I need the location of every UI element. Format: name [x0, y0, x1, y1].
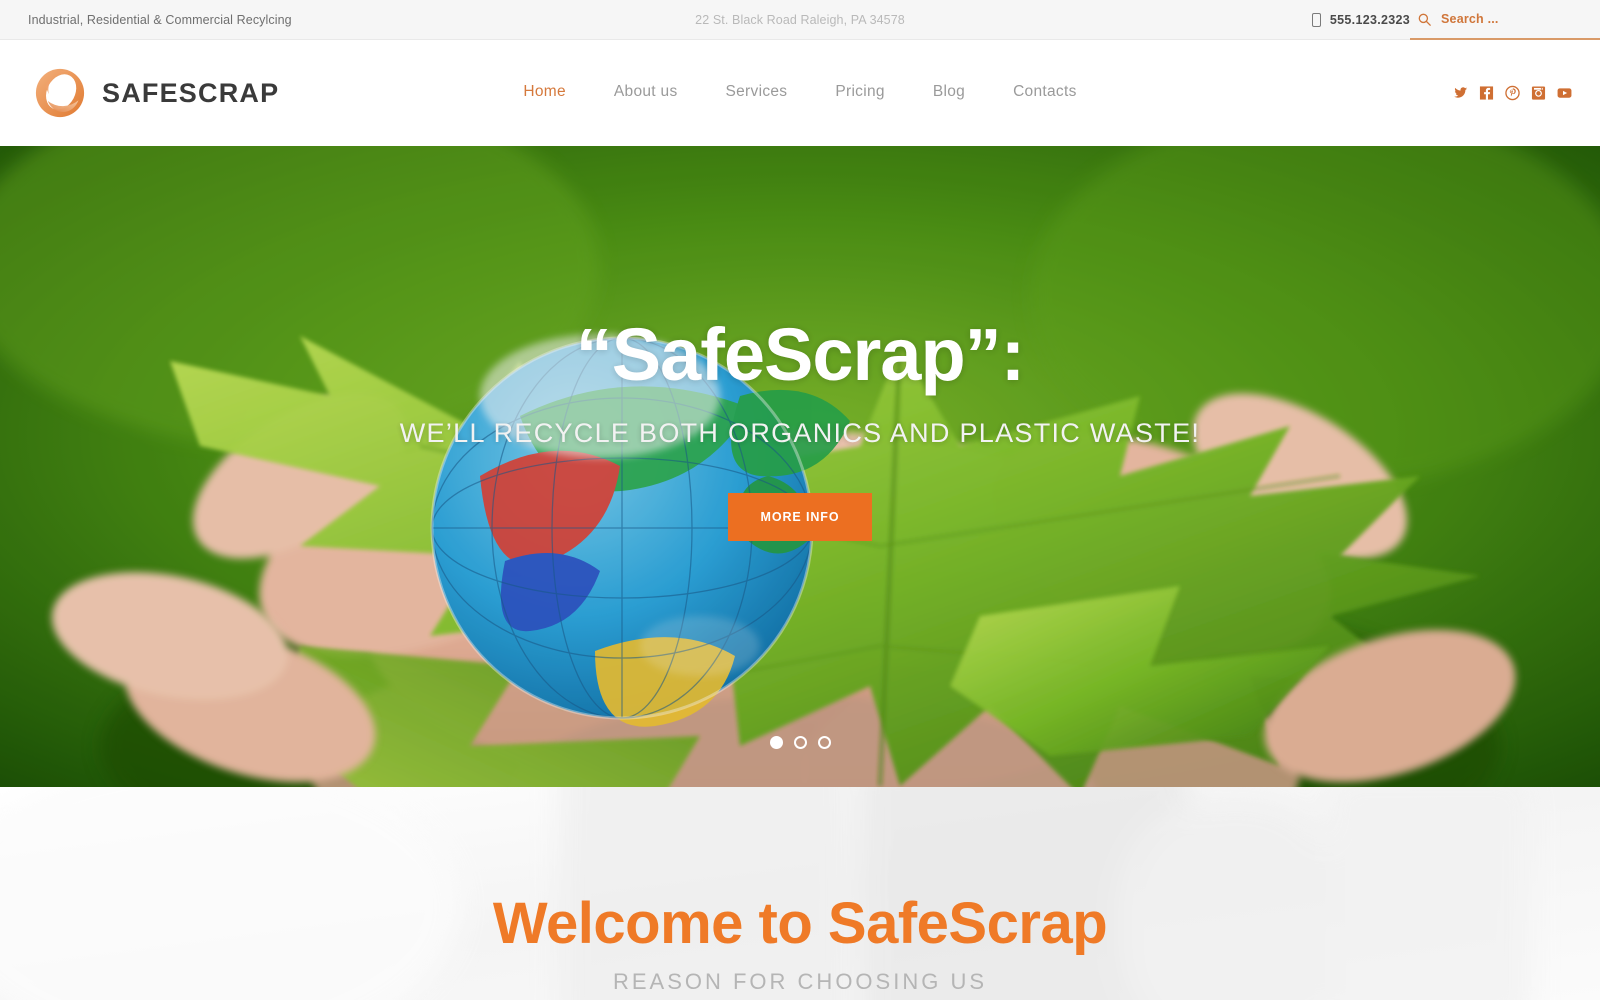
nav-item-contacts[interactable]: Contacts	[989, 83, 1101, 101]
slider-dot-1[interactable]	[769, 736, 783, 749]
search-icon	[1418, 13, 1431, 26]
social-links	[1453, 85, 1572, 101]
welcome-subtitle: REASON FOR CHOOSING US	[612, 969, 988, 994]
main-navigation: Home About us Services Pricing Blog Cont…	[499, 83, 1100, 101]
instagram-icon[interactable]	[1531, 86, 1546, 101]
site-header: SAFESCRAP Home About us Services Pricing…	[0, 40, 1600, 146]
phone-number: 555.123.2323	[1329, 12, 1410, 27]
twitter-icon[interactable]	[1453, 86, 1468, 101]
pinterest-icon[interactable]	[1505, 85, 1520, 101]
slider-pagination	[0, 736, 1600, 749]
logo-ring-icon	[35, 68, 85, 118]
brand-logo[interactable]: SAFESCRAP	[32, 65, 279, 121]
nav-item-services[interactable]: Services	[702, 83, 812, 101]
welcome-section: Welcome to SafeScrap REASON FOR CHOOSING…	[0, 787, 1600, 1000]
nav-item-home[interactable]: Home	[499, 83, 590, 101]
youtube-icon[interactable]	[1557, 86, 1572, 101]
nav-item-about-us[interactable]: About us	[590, 83, 702, 101]
more-info-button[interactable]: MORE INFO	[727, 493, 873, 541]
top-bar: Industrial, Residential & Commercial Rec…	[0, 0, 1600, 40]
address-text: 22 St. Black Road Raleigh, PA 34578	[695, 12, 905, 27]
mobile-icon	[1311, 12, 1321, 27]
slider-dot-2[interactable]	[793, 736, 807, 749]
hero-title: “SafeScrap”:	[575, 313, 1026, 396]
slider-dot-3[interactable]	[817, 736, 831, 749]
facebook-icon[interactable]	[1479, 86, 1494, 101]
nav-item-blog[interactable]: Blog	[909, 83, 989, 101]
welcome-text-block: Welcome to SafeScrap REASON FOR CHOOSING…	[0, 895, 1600, 995]
hero-content: “SafeScrap”: WE’LL RECYCLE BOTH ORGANICS…	[0, 318, 1600, 541]
search-box[interactable]	[1410, 0, 1600, 40]
brand-name: SAFESCRAP	[102, 77, 280, 108]
welcome-title: Welcome to SafeScrap	[492, 891, 1108, 956]
tagline-text: Industrial, Residential & Commercial Rec…	[28, 12, 292, 27]
phone-block[interactable]: 555.123.2323	[1311, 12, 1410, 27]
hero-slider: “SafeScrap”: WE’LL RECYCLE BOTH ORGANICS…	[0, 146, 1600, 787]
search-input[interactable]	[1441, 12, 1591, 26]
nav-item-pricing[interactable]: Pricing	[811, 83, 908, 101]
hero-subtitle: WE’LL RECYCLE BOTH ORGANICS AND PLASTIC …	[399, 418, 1201, 448]
